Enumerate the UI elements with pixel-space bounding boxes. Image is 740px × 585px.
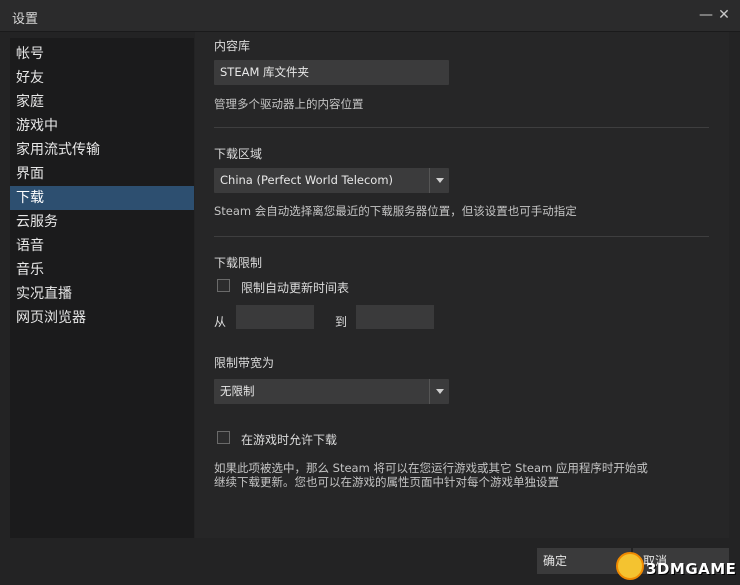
sidebar-item-in-game[interactable]: 游戏中	[10, 114, 194, 138]
download-region-heading: 下载区域	[214, 147, 263, 161]
watermark-text: 3DMGAME	[646, 560, 737, 578]
allow-ingame-download-label: 在游戏时允许下载	[241, 433, 338, 447]
content-library-heading: 内容库	[214, 39, 251, 53]
divider	[214, 127, 709, 128]
close-icon[interactable]: ✕	[716, 6, 732, 24]
download-region-description: Steam 会自动选择离您最近的下载服务器位置，但该设置也可手动指定	[214, 204, 577, 218]
sidebar-item-account[interactable]: 帐号	[10, 42, 194, 66]
minimize-icon[interactable]: —	[698, 6, 714, 24]
divider	[214, 236, 709, 237]
allow-ingame-download-checkbox[interactable]	[217, 431, 230, 444]
steam-library-folders-button[interactable]: STEAM 库文件夹	[214, 60, 449, 85]
from-label: 从	[214, 315, 227, 329]
download-region-value: China (Perfect World Telecom)	[220, 173, 394, 187]
dropdown-arrow-box	[429, 168, 449, 193]
to-label: 到	[335, 315, 348, 329]
title-bar: 设置 — ✕	[0, 0, 740, 32]
limit-schedule-label: 限制自动更新时间表	[241, 281, 350, 295]
chevron-down-icon	[436, 389, 444, 394]
sidebar-item-broadcasting[interactable]: 实况直播	[10, 282, 194, 306]
content-library-description: 管理多个驱动器上的内容位置	[214, 97, 364, 111]
window-title: 设置	[12, 12, 39, 27]
sidebar-item-music[interactable]: 音乐	[10, 258, 194, 282]
schedule-to-input[interactable]	[356, 305, 434, 329]
bandwidth-value: 无限制	[220, 384, 255, 398]
dropdown-arrow-box	[429, 379, 449, 404]
bandwidth-label: 限制带宽为	[214, 356, 275, 370]
schedule-from-input[interactable]	[236, 305, 314, 329]
sidebar-item-voice[interactable]: 语音	[10, 234, 194, 258]
watermark-logo-icon	[616, 552, 644, 580]
sidebar-item-remote-play[interactable]: 家用流式传输	[10, 138, 194, 162]
allow-ingame-description-line2: 继续下载更新。您也可以在游戏的属性页面中针对每个游戏单独设置	[214, 475, 559, 489]
sidebar-item-web-browser[interactable]: 网页浏览器	[10, 306, 194, 330]
sidebar-item-interface[interactable]: 界面	[10, 162, 194, 186]
settings-panel: 内容库 STEAM 库文件夹 管理多个驱动器上的内容位置 下载区域 China …	[195, 32, 729, 538]
sidebar-item-friends[interactable]: 好友	[10, 66, 194, 90]
sidebar-item-family[interactable]: 家庭	[10, 90, 194, 114]
sidebar-item-cloud[interactable]: 云服务	[10, 210, 194, 234]
watermark: 3DMGAME	[612, 552, 740, 584]
settings-sidebar: 帐号 好友 家庭 游戏中 家用流式传输 界面 下载 云服务 语音 音乐 实况直播…	[10, 38, 194, 538]
sidebar-item-downloads[interactable]: 下载	[10, 186, 194, 210]
bandwidth-select[interactable]: 无限制	[214, 379, 449, 404]
download-limits-heading: 下载限制	[214, 256, 263, 270]
download-region-select[interactable]: China (Perfect World Telecom)	[214, 168, 449, 193]
chevron-down-icon	[436, 178, 444, 183]
limit-schedule-checkbox[interactable]	[217, 279, 230, 292]
